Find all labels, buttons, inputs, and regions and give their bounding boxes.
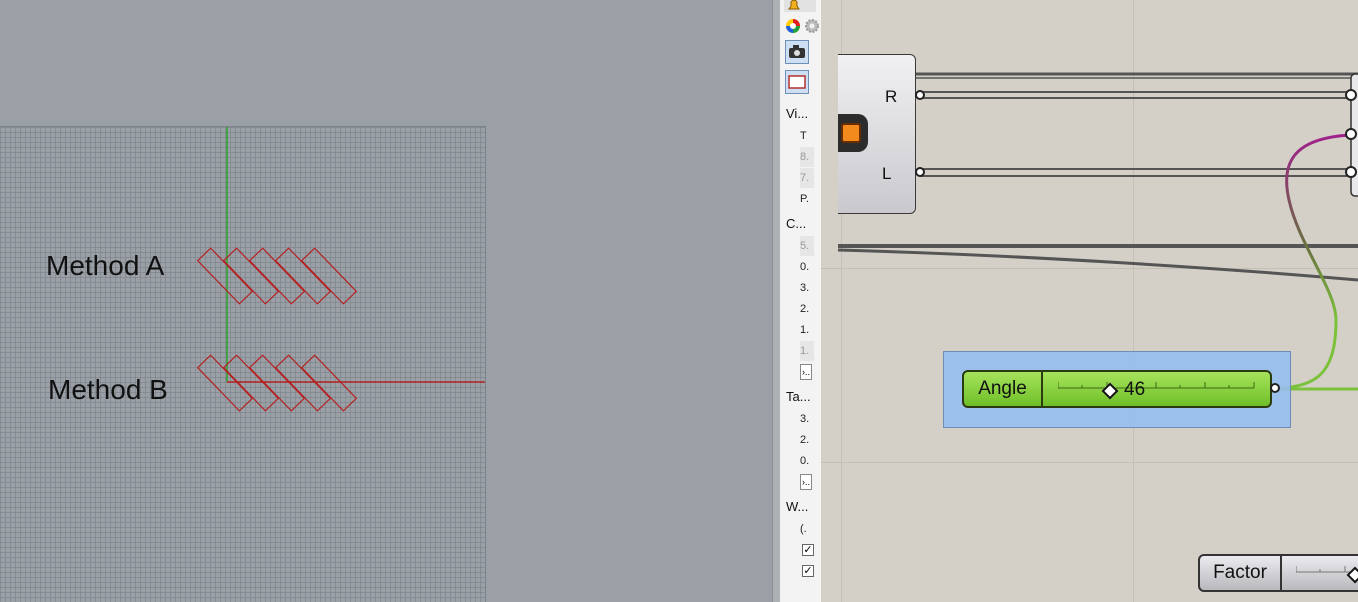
method-b-label: Method B [48,374,168,405]
section-view[interactable]: Vi... [786,106,808,121]
section-ta[interactable]: Ta... [786,389,811,404]
wire-magenta [1285,133,1352,321]
section-w[interactable]: W... [786,499,808,514]
slider-output-grip[interactable] [1270,383,1280,393]
panel-row[interactable]: P. [800,189,814,209]
properties-panel: Vi... T 8. 7. P. C... 5. 0. 3. 2. 1. 1. … [780,0,822,602]
rhino-viewport[interactable]: Method A Method B [0,0,772,602]
input-grip [1345,89,1357,101]
method-a-rectangles [196,247,358,305]
port-l-label: L [882,164,892,183]
slider-name: Angle [964,372,1043,406]
panel-row[interactable]: 1. [800,320,814,340]
panel-row[interactable]: 3. [800,409,814,429]
output-grip-r[interactable] [915,90,925,100]
panel-row[interactable]: 3. [800,278,814,298]
wire [837,248,1358,282]
panel-row[interactable]: 8. [800,147,814,167]
section-c[interactable]: C... [786,216,806,231]
panel-row[interactable]: 2. [800,430,814,450]
viewport-geometry [196,127,485,412]
camera-icon [789,45,805,58]
grasshopper-canvas[interactable]: R L Angle 46 Factor [821,0,1358,602]
bell-icon[interactable] [786,0,802,12]
rectangle-icon [788,75,806,89]
camera-button[interactable] [785,40,809,64]
slider-name: Factor [1200,556,1282,590]
component-icon [838,114,868,152]
panel-row[interactable]: 0. [800,257,814,277]
method-a-label: Method A [46,250,165,281]
input-grip [1345,166,1357,178]
port-r-label: R [885,87,898,106]
rectangle-component-icon [841,123,861,143]
panel-row[interactable]: 0. [800,451,814,471]
panel-row[interactable]: 7. [800,168,814,188]
input-grip [1345,128,1357,140]
panel-row[interactable]: 2. [800,299,814,319]
checkbox[interactable]: ✓ [802,544,814,556]
gear-icon[interactable] [804,18,820,34]
expand-button[interactable]: ›.. [800,474,812,490]
angle-slider[interactable]: Angle 46 [962,370,1272,408]
panel-row[interactable]: 1. [800,341,814,361]
checkbox[interactable]: ✓ [802,565,814,577]
rectangle-button[interactable] [785,70,809,94]
color-wheel-icon[interactable] [785,18,801,34]
panel-row[interactable]: 5. [800,236,814,256]
slider-value: 46 [1124,379,1146,400]
output-grip-l[interactable] [915,167,925,177]
factor-slider[interactable]: Factor [1198,554,1358,592]
expand-button[interactable]: ›.. [800,364,812,380]
panel-row[interactable]: (. [800,519,814,539]
slider-ticks [1058,382,1255,389]
panel-row[interactable]: T [800,126,814,146]
method-b-rectangles [196,354,358,412]
